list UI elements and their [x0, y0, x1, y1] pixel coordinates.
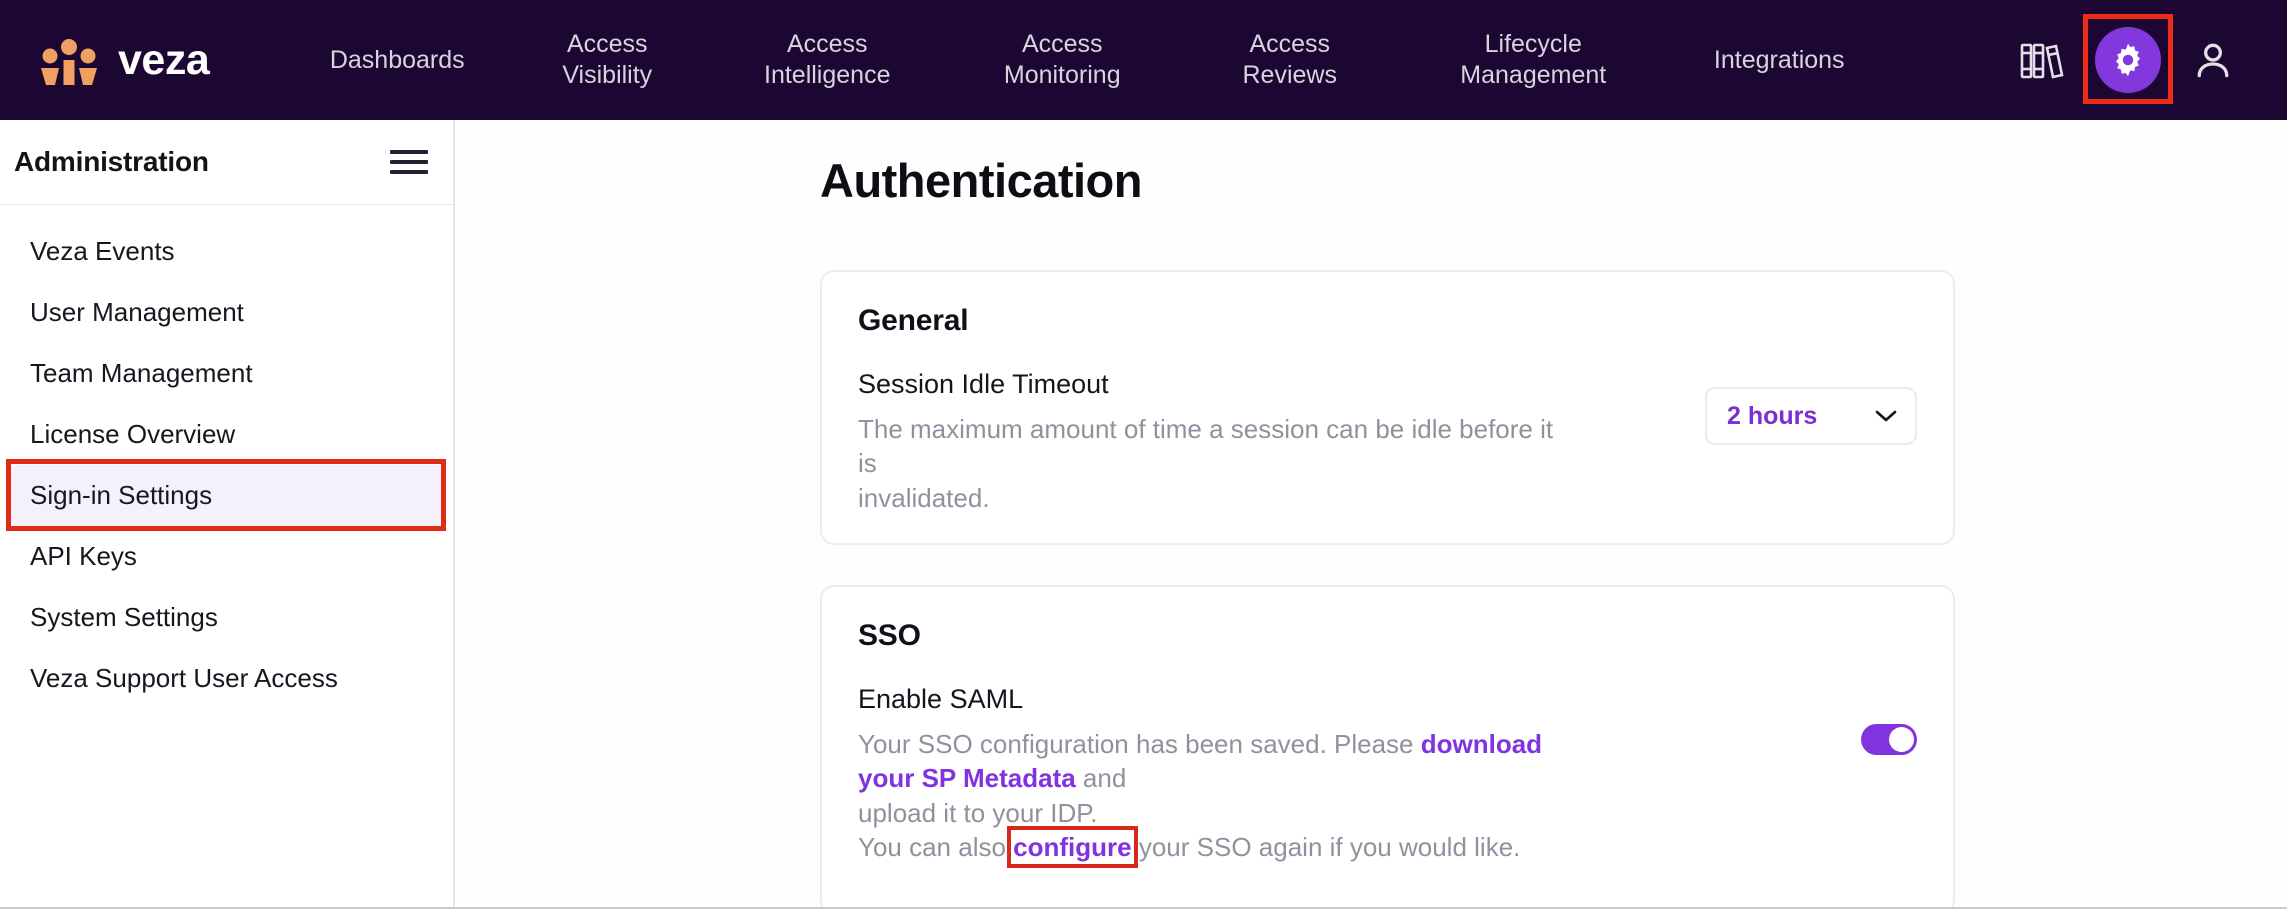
sidebar-item-api-keys[interactable]: API Keys — [8, 526, 445, 587]
select-value: 2 hours — [1727, 401, 1818, 430]
nav-item-dashboards[interactable]: Dashboards — [287, 39, 507, 82]
nav-item-access-reviews[interactable]: Access Reviews — [1177, 23, 1402, 97]
books-icon[interactable] — [2019, 39, 2065, 81]
configure-link-highlight-box: configure — [1007, 825, 1139, 869]
sidebar-item-system-settings[interactable]: System Settings — [8, 587, 445, 648]
session-idle-timeout-description: The maximum amount of time a session can… — [858, 412, 1558, 515]
session-idle-timeout-label: Session Idle Timeout — [858, 369, 1109, 399]
toggle-knob — [1889, 727, 1914, 752]
description-line-1: The maximum amount of time a session can… — [858, 414, 1554, 479]
sidebar-item-veza-support-user-access[interactable]: Veza Support User Access — [8, 648, 445, 709]
sidebar-item-license-overview[interactable]: License Overview — [8, 404, 445, 465]
description-text-before-link: Your SSO configuration has been saved. P… — [858, 729, 1421, 759]
sidebar: Administration Veza Events User Manageme… — [0, 120, 455, 909]
general-settings-card: General Session Idle Timeout The maximum… — [820, 270, 1955, 545]
main-content: Authentication General Session Idle Time… — [457, 120, 2287, 909]
configure-link[interactable]: configure — [1013, 832, 1131, 862]
sidebar-item-veza-events[interactable]: Veza Events — [8, 221, 445, 282]
description-line-1: Your SSO configuration has been saved. P… — [858, 727, 1558, 796]
page-title: Authentication — [820, 154, 1142, 207]
sidebar-item-label: User Management — [30, 297, 244, 327]
sidebar-item-label: Veza Support User Access — [30, 663, 338, 693]
nav-item-integrations[interactable]: Integrations — [1664, 39, 1894, 82]
enable-saml-toggle[interactable] — [1861, 724, 1917, 755]
session-idle-timeout-select[interactable]: 2 hours — [1705, 387, 1917, 445]
sidebar-item-sign-in-settings[interactable]: Sign-in Settings — [6, 459, 446, 531]
sidebar-item-team-management[interactable]: Team Management — [8, 343, 445, 404]
nav-items: Dashboards Access Visibility Access Inte… — [287, 23, 2019, 97]
sidebar-item-label: API Keys — [30, 541, 137, 571]
general-card-heading: General — [858, 304, 969, 337]
sidebar-menu: Veza Events User Management Team Managem… — [0, 205, 453, 709]
veza-people-logo-icon — [41, 39, 97, 85]
description-text-after-configure: your SSO again if you would like. — [1131, 831, 1521, 862]
enable-saml-label: Enable SAML — [858, 684, 1024, 714]
description-line-2: invalidated. — [858, 482, 990, 513]
enable-saml-text: Enable SAML Your SSO configuration has b… — [858, 684, 1558, 869]
brand-name: veza — [118, 35, 210, 84]
sidebar-title: Administration — [14, 146, 209, 177]
enable-saml-row: Enable SAML Your SSO configuration has b… — [858, 684, 1917, 869]
enable-saml-description: Your SSO configuration has been saved. P… — [858, 727, 1558, 869]
gear-icon — [2115, 43, 2141, 77]
nav-actions — [2019, 14, 2235, 104]
brand-logo[interactable]: veza — [38, 35, 210, 85]
session-idle-timeout-text: Session Idle Timeout The maximum amount … — [858, 369, 1558, 515]
description-line-2: upload it to your IDP. — [858, 797, 1098, 828]
description-text-after-link: and — [1075, 763, 1127, 794]
sidebar-item-label: System Settings — [30, 602, 218, 632]
sidebar-item-label: Veza Events — [30, 236, 175, 266]
sidebar-item-user-management[interactable]: User Management — [8, 282, 445, 343]
session-idle-timeout-row: Session Idle Timeout The maximum amount … — [858, 369, 1917, 515]
person-icon[interactable] — [2191, 38, 2235, 82]
sidebar-item-label: Sign-in Settings — [30, 480, 213, 510]
sidebar-header: Administration — [0, 120, 453, 205]
nav-item-lifecycle-management[interactable]: Lifecycle Management — [1402, 23, 1664, 97]
nav-item-access-intelligence[interactable]: Access Intelligence — [707, 23, 947, 97]
sidebar-item-label: License Overview — [30, 419, 236, 449]
sso-card-heading: SSO — [858, 619, 921, 652]
nav-item-access-monitoring[interactable]: Access Monitoring — [947, 23, 1177, 97]
gear-button[interactable] — [2095, 27, 2161, 93]
sidebar-item-label: Team Management — [30, 358, 253, 388]
settings-button-wrapper — [2083, 14, 2173, 104]
hamburger-icon[interactable] — [389, 148, 429, 176]
nav-item-access-visibility[interactable]: Access Visibility — [507, 23, 707, 97]
description-line-3: You can also configure your SSO again if… — [858, 825, 1558, 869]
description-text-before-configure: You can also — [858, 831, 1014, 862]
top-navigation-bar: veza Dashboards Access Visibility Access… — [0, 0, 2287, 120]
sso-settings-card: SSO Enable SAML Your SSO configuration h… — [820, 585, 1955, 909]
chevron-down-icon — [1875, 410, 1897, 422]
